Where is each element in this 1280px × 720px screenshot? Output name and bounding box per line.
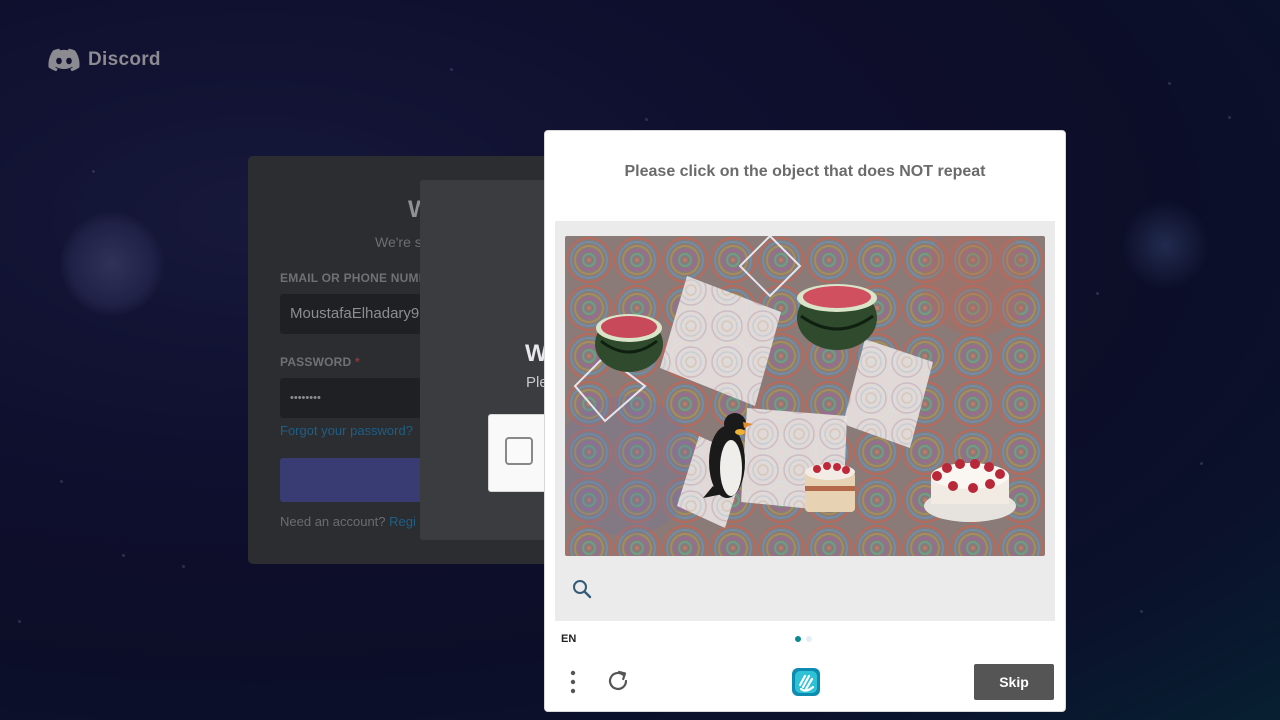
required-mark: * xyxy=(354,355,360,369)
page-dot xyxy=(806,636,812,642)
language-selector[interactable]: EN xyxy=(561,633,576,645)
hcaptcha-logo-icon[interactable] xyxy=(789,665,823,699)
page-dot-active xyxy=(795,636,801,642)
skip-button[interactable]: Skip xyxy=(974,664,1054,700)
captcha-checkbox[interactable] xyxy=(505,437,533,465)
need-account-text: Need an account? Regi xyxy=(280,514,416,529)
brand-name: Discord xyxy=(88,49,161,70)
watermelon-right xyxy=(797,284,877,350)
captcha-challenge: Please click on the object that does NOT… xyxy=(544,130,1066,712)
watermelon-left xyxy=(595,314,663,372)
need-account-label: Need an account? xyxy=(280,514,386,529)
forgot-password-link[interactable]: Forgot your password? xyxy=(280,423,413,438)
login-subtitle: We're s xyxy=(375,234,422,250)
captcha-prompt: Please click on the object that does NOT… xyxy=(624,163,986,180)
discord-logo-icon xyxy=(48,48,80,72)
email-label: EMAIL OR PHONE NUMB xyxy=(280,271,428,285)
register-link[interactable]: Regi xyxy=(389,514,416,529)
magnifier-icon[interactable] xyxy=(572,579,592,599)
captcha-image[interactable] xyxy=(565,236,1045,556)
captcha-image-panel xyxy=(555,221,1055,621)
captcha-scene xyxy=(565,236,1045,556)
password-label: PASSWORD * xyxy=(280,355,360,369)
vertical-dots-icon[interactable] xyxy=(563,669,583,695)
password-label-text: PASSWORD xyxy=(280,355,352,369)
refresh-icon[interactable] xyxy=(605,668,631,694)
page-indicator xyxy=(795,636,812,642)
cake-small xyxy=(805,462,855,512)
discord-brand: Discord xyxy=(48,46,161,74)
